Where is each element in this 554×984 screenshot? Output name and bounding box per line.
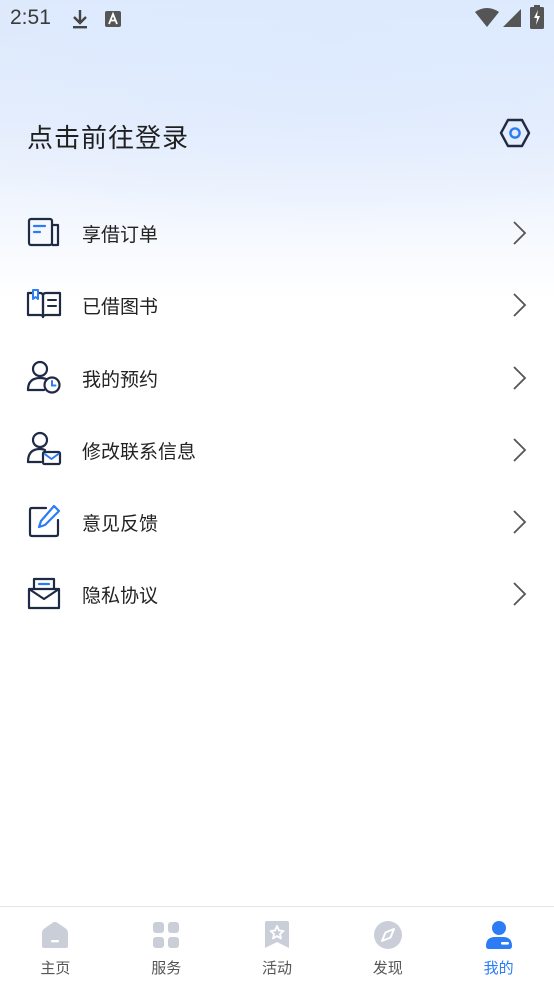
open-book-icon: [26, 289, 62, 319]
menu-item-label: 修改联系信息: [82, 440, 197, 463]
user-mail-icon: [26, 431, 62, 465]
user-clock-icon: [26, 360, 61, 394]
a-box-icon: [105, 11, 121, 27]
chevron-right-icon: [513, 293, 527, 317]
home-icon: [42, 921, 69, 948]
nav-label: 我的: [483, 959, 514, 977]
battery-charging-icon: [530, 5, 544, 29]
menu-list: 享借订单 已借图书 我的预约 修改联系信息 意见反馈 隐私协议: [0, 196, 554, 630]
menu-item-borrowed-books[interactable]: 已借图书: [0, 268, 554, 340]
menu-item-label: 已借图书: [82, 296, 159, 319]
menu-item-edit-contact[interactable]: 修改联系信息: [0, 413, 554, 485]
nav-item-services[interactable]: 服务: [111, 907, 222, 984]
status-bar: 2:51: [0, 0, 554, 38]
download-icon: [73, 10, 87, 29]
nav-label: 服务: [151, 959, 182, 977]
menu-item-feedback[interactable]: 意见反馈: [0, 485, 554, 557]
order-list-icon: [27, 217, 60, 247]
signal-icon: [503, 9, 521, 27]
chevron-right-icon: [513, 438, 527, 462]
nav-label: 活动: [261, 959, 292, 977]
settings-button[interactable]: [498, 116, 532, 150]
nav-item-home[interactable]: 主页: [0, 907, 111, 984]
menu-item-orders[interactable]: 享借订单: [0, 196, 554, 268]
profile-screen: 2:51 点击前往登录 享借订单 已借图书 我的预约 修改联系信息 意见反馈 隐…: [0, 0, 554, 984]
compass-icon: [373, 921, 402, 949]
nav-item-activities[interactable]: 活动: [222, 907, 333, 984]
chevron-right-icon: [513, 582, 527, 607]
menu-item-label: 我的预约: [82, 368, 159, 391]
menu-item-label: 隐私协议: [82, 585, 159, 608]
menu-item-label: 意见反馈: [82, 513, 159, 536]
wifi-icon: [475, 8, 499, 27]
grid-icon: [153, 922, 180, 948]
user-profile-icon: [485, 921, 512, 949]
bottom-nav: 主页 服务 活动 发现 我的: [0, 906, 554, 984]
edit-feedback-icon: [28, 505, 61, 538]
settings-hexagon-icon: [499, 118, 531, 148]
nav-item-profile[interactable]: 我的: [443, 907, 554, 984]
chevron-right-icon: [513, 510, 527, 534]
nav-label: 主页: [40, 959, 71, 977]
star-bookmark-icon: [264, 921, 289, 948]
menu-item-label: 享借订单: [82, 224, 159, 246]
menu-item-reservations[interactable]: 我的预约: [0, 341, 554, 413]
status-time: 2:51: [10, 6, 51, 29]
chevron-right-icon: [513, 365, 527, 390]
privacy-envelope-icon: [27, 578, 61, 610]
nav-label: 发现: [372, 959, 403, 977]
login-prompt[interactable]: 点击前往登录: [27, 118, 189, 155]
chevron-right-icon: [513, 221, 527, 245]
menu-item-privacy[interactable]: 隐私协议: [0, 557, 554, 629]
nav-item-discover[interactable]: 发现: [332, 907, 443, 984]
